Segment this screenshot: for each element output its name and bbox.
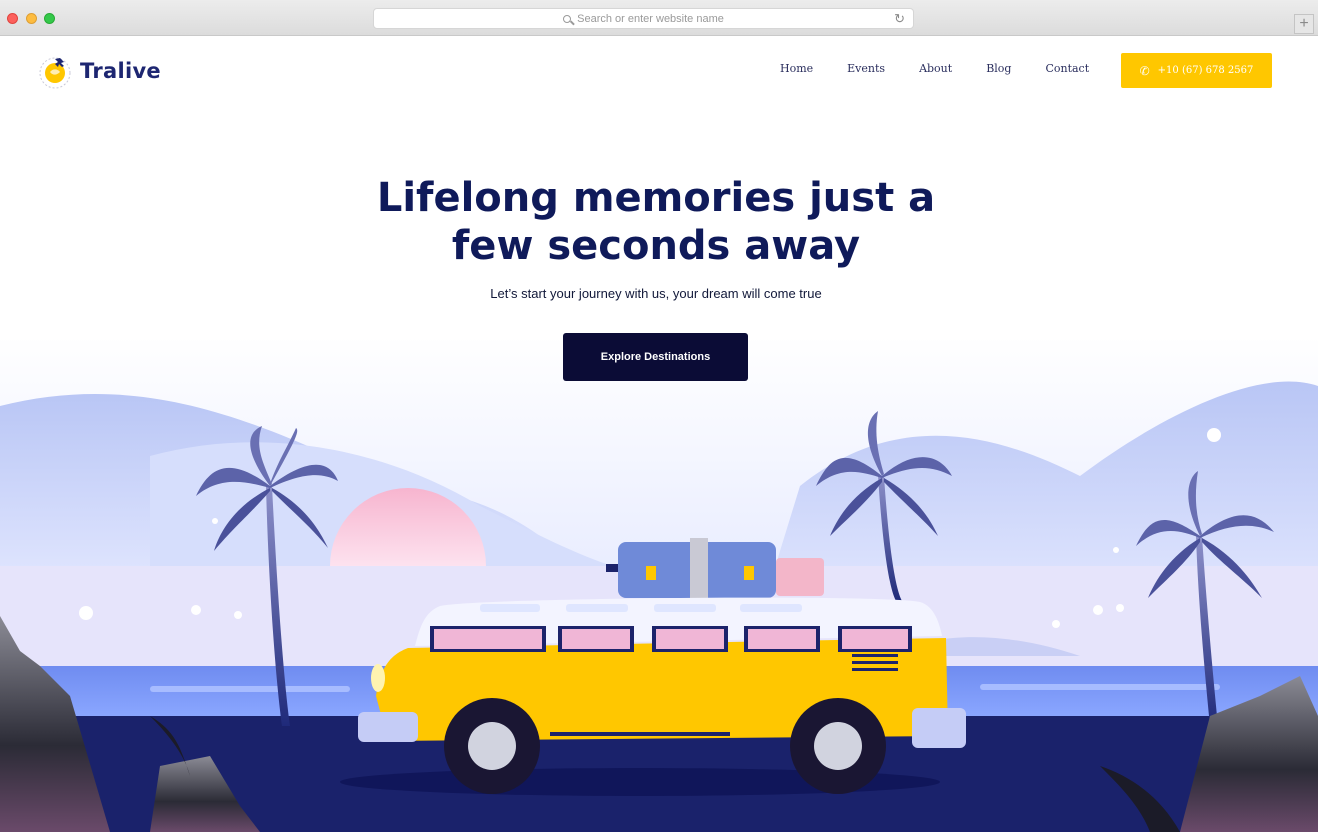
- reload-icon[interactable]: ↻: [894, 11, 905, 27]
- hero-title-line2: few seconds away: [451, 223, 861, 269]
- nav-home[interactable]: Home: [780, 62, 813, 75]
- nav-contact[interactable]: Contact: [1045, 62, 1089, 75]
- main-nav: Home Events About Blog Contact: [780, 62, 1123, 75]
- nav-events[interactable]: Events: [847, 62, 885, 75]
- minimize-window-button[interactable]: [26, 13, 37, 24]
- logo-mark: [38, 52, 76, 90]
- hero-illustration: [0, 336, 1318, 832]
- plane-icon: [39, 57, 71, 89]
- hero-title-line1: Lifelong memories just a: [376, 175, 936, 221]
- browser-toolbar: Search or enter website name ↻ +: [0, 0, 1318, 36]
- logo[interactable]: Tralive: [38, 52, 161, 90]
- nav-about[interactable]: About: [919, 62, 952, 75]
- address-placeholder: Search or enter website name: [577, 12, 724, 25]
- phone-button[interactable]: ✆ +10 (67) 678 2567: [1121, 53, 1272, 88]
- address-bar[interactable]: Search or enter website name ↻: [373, 8, 914, 29]
- nav-blog[interactable]: Blog: [986, 62, 1011, 75]
- website: Tralive Home Events About Blog Contact ✆…: [0, 36, 1318, 832]
- phone-number: +10 (67) 678 2567: [1157, 65, 1254, 76]
- new-tab-button[interactable]: +: [1294, 14, 1314, 34]
- close-window-button[interactable]: [7, 13, 18, 24]
- hero-title: Lifelong memories just a few seconds awa…: [0, 174, 1312, 270]
- hero-subtitle: Let’s start your journey with us, your d…: [490, 286, 822, 301]
- search-icon: [563, 14, 572, 23]
- brand-name: Tralive: [80, 59, 161, 83]
- explore-destinations-button[interactable]: Explore Destinations: [563, 333, 748, 381]
- zoom-window-button[interactable]: [44, 13, 55, 24]
- phone-icon: ✆: [1139, 63, 1150, 78]
